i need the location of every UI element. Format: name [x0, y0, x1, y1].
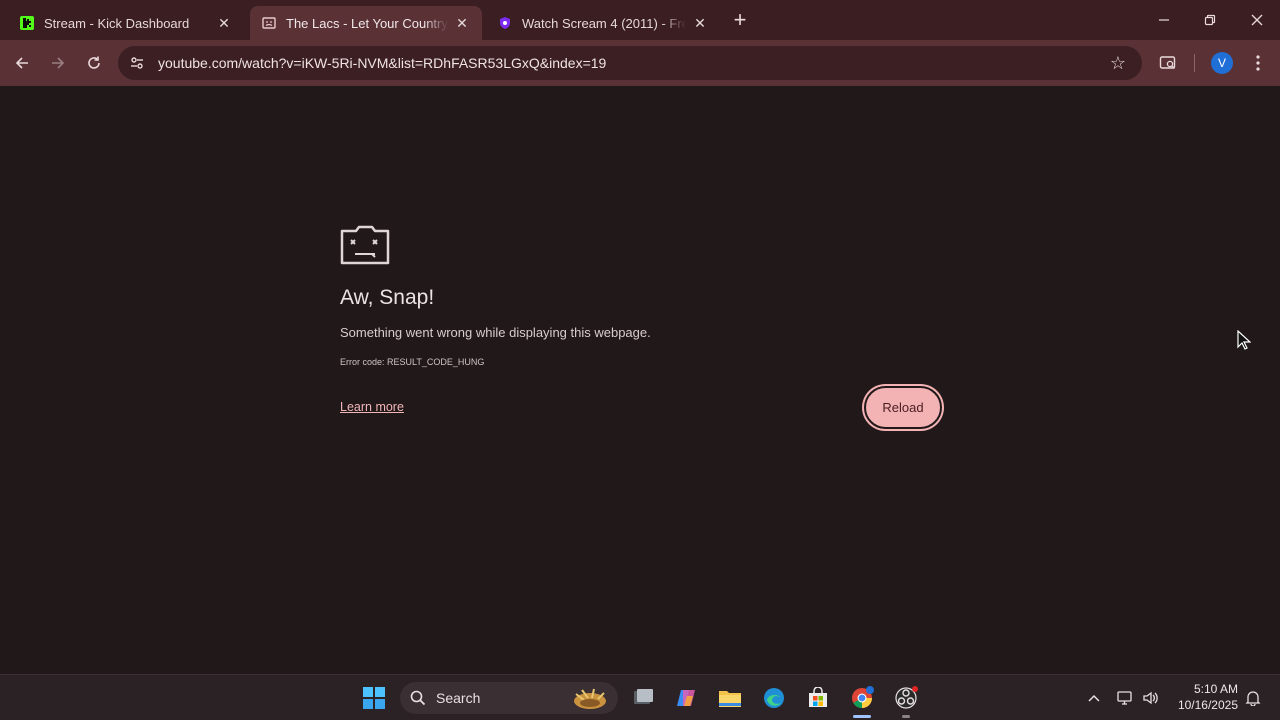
url-text[interactable]: youtube.com/watch?v=iKW-5Ri-NVM&list=RDh…: [158, 55, 606, 71]
network-icon[interactable]: [1114, 683, 1136, 713]
mouse-cursor-icon: [1237, 329, 1252, 355]
close-tab-icon[interactable]: ✕: [216, 15, 232, 31]
browser-toolbar: youtube.com/watch?v=iKW-5Ri-NVM&list=RDh…: [0, 40, 1280, 86]
profile-avatar[interactable]: V: [1211, 52, 1233, 74]
running-app-indicator: [902, 715, 910, 718]
task-view-icon[interactable]: [628, 683, 658, 713]
new-tab-button[interactable]: +: [728, 7, 752, 32]
arrow-left-icon: [15, 57, 28, 69]
close-icon: [1251, 14, 1263, 26]
purple-shield-logo-icon: [498, 16, 512, 30]
minimize-button[interactable]: [1152, 8, 1176, 32]
restore-button[interactable]: [1198, 8, 1222, 32]
close-tab-icon[interactable]: ✕: [692, 15, 708, 31]
tab-watch-scream-4[interactable]: Watch Scream 4 (2011) - Free Movies ✕: [486, 6, 720, 40]
tab-title: The Lacs - Let Your Country Hang: [286, 15, 448, 31]
file-explorer-icon[interactable]: [715, 683, 745, 713]
sad-page-icon: [262, 16, 276, 30]
error-code: Error code: RESULT_CODE_HUNG: [340, 357, 485, 367]
learn-more-link[interactable]: Learn more: [340, 400, 404, 414]
error-page: Aw, Snap! Something went wrong while dis…: [0, 86, 1280, 674]
toolbar-divider: [1194, 54, 1195, 72]
restore-icon: [1204, 14, 1216, 26]
kick-logo-icon: [20, 16, 34, 30]
clock-time: 5:10 AM: [1193, 682, 1238, 696]
search-tabs-button[interactable]: [1155, 50, 1181, 76]
back-button[interactable]: [9, 50, 35, 76]
obs-icon[interactable]: [891, 683, 921, 713]
search-icon: [410, 690, 426, 706]
menu-button[interactable]: [1245, 50, 1271, 76]
windows-start-icon[interactable]: [359, 683, 389, 713]
volume-icon[interactable]: [1140, 683, 1162, 713]
close-tab-icon[interactable]: ✕: [454, 15, 470, 31]
tab-search-icon: [1159, 56, 1176, 69]
reload-button[interactable]: Reload: [864, 386, 942, 429]
error-description: Something went wrong while displaying th…: [340, 325, 651, 340]
bookmark-star-icon[interactable]: ☆: [1108, 53, 1128, 73]
taskbar: Search 5:10 AM 10/16/2025: [0, 674, 1280, 720]
chrome-icon[interactable]: [847, 683, 877, 713]
tab-kick-dashboard[interactable]: Stream - Kick Dashboard ✕: [8, 6, 244, 40]
error-heading: Aw, Snap!: [340, 286, 435, 309]
tab-the-lacs[interactable]: The Lacs - Let Your Country Hang ✕: [250, 6, 482, 40]
taskbar-search[interactable]: Search: [400, 682, 618, 714]
search-label: Search: [436, 690, 481, 706]
clock-date: 10/16/2025: [1177, 698, 1238, 712]
forward-button[interactable]: [45, 50, 71, 76]
close-window-button[interactable]: [1245, 8, 1269, 32]
minimize-icon: [1159, 19, 1169, 21]
copilot-icon[interactable]: [671, 683, 701, 713]
edge-icon[interactable]: [759, 683, 789, 713]
address-bar[interactable]: youtube.com/watch?v=iKW-5Ri-NVM&list=RDh…: [118, 46, 1142, 80]
system-clock[interactable]: 5:10 AM 10/16/2025: [1168, 681, 1238, 713]
more-vert-icon: [1256, 55, 1260, 71]
refresh-icon: [88, 56, 100, 69]
active-app-indicator: [853, 715, 871, 718]
search-highlight-icon: [564, 684, 612, 717]
tab-strip: Stream - Kick Dashboard ✕ The Lacs - Let…: [0, 0, 1280, 40]
microsoft-store-icon[interactable]: [803, 683, 833, 713]
tab-title: Stream - Kick Dashboard: [44, 15, 190, 31]
notifications-bell-icon[interactable]: [1242, 683, 1264, 713]
site-info-icon[interactable]: [120, 46, 154, 80]
tab-title: Watch Scream 4 (2011) - Free Movies: [522, 15, 686, 31]
refresh-button[interactable]: [81, 50, 107, 76]
show-hidden-icons-chevron-icon[interactable]: [1084, 683, 1104, 713]
arrow-right-icon: [52, 57, 65, 69]
sad-tab-icon: [340, 223, 390, 270]
